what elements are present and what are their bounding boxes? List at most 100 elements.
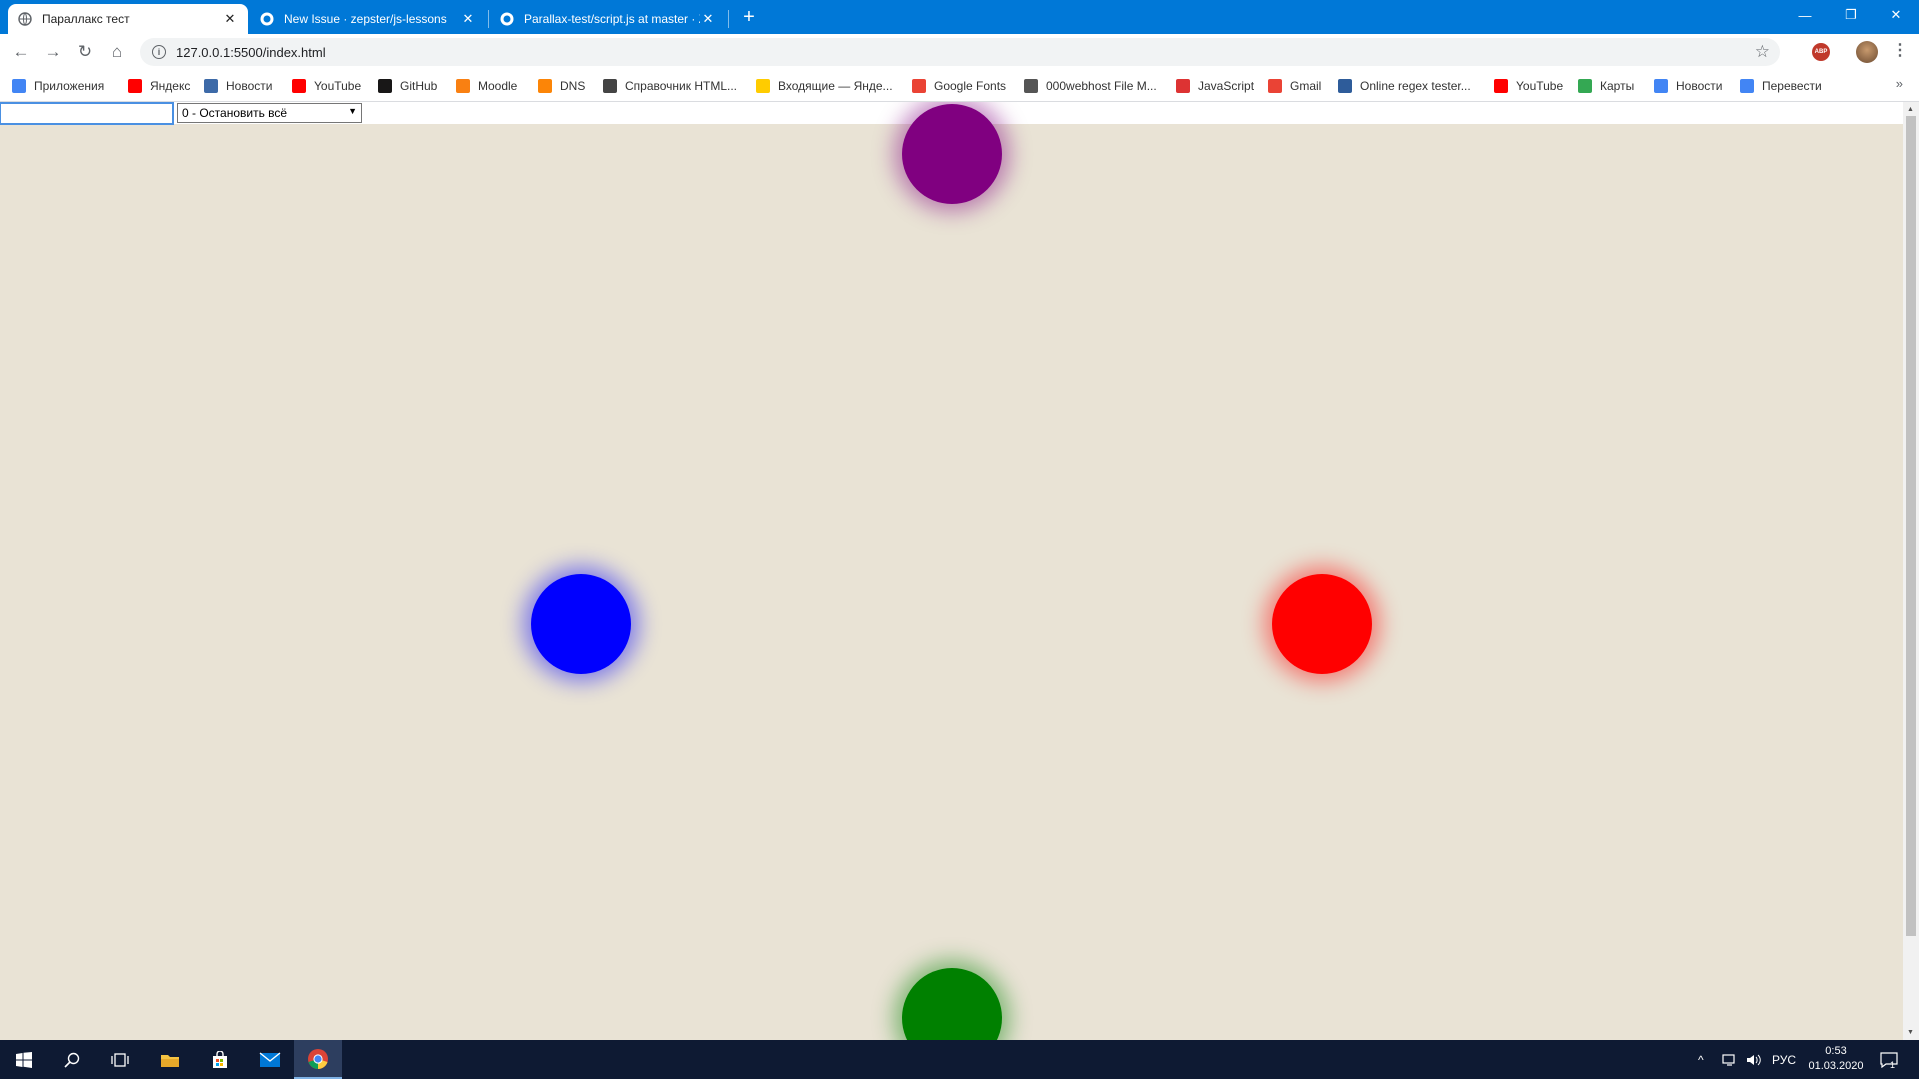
reload-button[interactable]: ↻: [72, 40, 98, 64]
bookmark-label: 000webhost File M...: [1046, 79, 1157, 93]
tab-title: New Issue · zepster/js-lessons: [284, 12, 447, 26]
vertical-scrollbar[interactable]: ▲ ▼: [1903, 102, 1919, 1040]
bookmark-item[interactable]: Online regex tester...: [1338, 76, 1471, 96]
language-indicator[interactable]: РУС: [1772, 1040, 1796, 1079]
javascript-icon: [1176, 79, 1190, 93]
globe-icon: [18, 12, 32, 26]
notifications-icon[interactable]: 1: [1880, 1040, 1898, 1079]
bookmark-star-icon[interactable]: ☆: [1755, 42, 1770, 62]
yandex-icon: [128, 79, 142, 93]
home-button[interactable]: ⌂: [104, 40, 130, 64]
scroll-down-icon[interactable]: ▼: [1907, 1029, 1914, 1036]
scroll-up-icon[interactable]: ▲: [1907, 106, 1914, 113]
bookmark-item[interactable]: Карты: [1578, 76, 1634, 96]
chat-icon: [603, 79, 617, 93]
url-text[interactable]: 127.0.0.1:5500/index.html: [176, 45, 326, 60]
maps-icon: [1578, 79, 1592, 93]
tray-chevron-up-icon[interactable]: ^: [1698, 1040, 1704, 1079]
screen: Параллакс тест ✕ New Issue · zepster/js-…: [0, 0, 1919, 1079]
bookmarks-overflow-button[interactable]: »: [1896, 76, 1903, 91]
address-bar[interactable]: i 127.0.0.1:5500/index.html ☆: [140, 38, 1780, 66]
bookmark-item[interactable]: Новости: [1654, 76, 1722, 96]
google-news-icon: [1654, 79, 1668, 93]
youtube-icon: [292, 79, 306, 93]
bookmark-label: GitHub: [400, 79, 438, 93]
clock-time: 0:53: [1825, 1045, 1847, 1057]
bookmark-item[interactable]: Приложения: [12, 76, 104, 96]
translate-icon: [1740, 79, 1754, 93]
github-icon: [378, 79, 392, 93]
forward-button[interactable]: →: [40, 40, 66, 64]
bookmark-item[interactable]: GitHub: [378, 76, 437, 96]
windows-start-icon[interactable]: [0, 1040, 48, 1079]
youtube-icon: [1494, 79, 1508, 93]
bookmark-item[interactable]: Google Fonts: [912, 76, 1006, 96]
mail-icon[interactable]: [246, 1040, 294, 1079]
github-icon: [260, 12, 274, 26]
browser-toolbar: ← → ↻ ⌂ i 127.0.0.1:5500/index.html ☆: [0, 34, 1919, 70]
new-tab-button[interactable]: +: [737, 6, 761, 30]
text-input[interactable]: [0, 102, 174, 125]
mode-select[interactable]: 0 - Остановить всё ▼: [177, 103, 362, 123]
bookmark-label: Входящие — Янде...: [778, 79, 893, 93]
chrome-icon[interactable]: [294, 1040, 342, 1079]
mail-icon: [756, 79, 770, 93]
bookmark-label: Moodle: [478, 79, 518, 93]
bookmark-label: Карты: [1600, 79, 1635, 93]
bookmark-item[interactable]: Справочник HTML...: [603, 76, 737, 96]
bookmark-label: YouTube: [314, 79, 362, 93]
minimize-button[interactable]: —: [1782, 0, 1828, 30]
clock[interactable]: 0:53 01.03.2020: [1800, 1044, 1872, 1074]
network-icon[interactable]: [1722, 1040, 1738, 1079]
bookmark-label: Новости: [226, 79, 273, 93]
globe-icon: [1024, 79, 1038, 93]
bookmark-label: Приложения: [34, 79, 105, 93]
bookmark-item[interactable]: Перевести: [1740, 76, 1822, 96]
bookmark-label: Новости: [1676, 79, 1723, 93]
close-icon[interactable]: ✕: [460, 11, 476, 27]
info-icon[interactable]: i: [152, 45, 166, 59]
close-icon[interactable]: ✕: [700, 11, 716, 27]
restore-button[interactable]: ❐: [1828, 0, 1874, 30]
page-content: 0 - Остановить всё ▼: [0, 102, 1903, 1040]
chevron-down-icon: ▼: [348, 106, 357, 116]
tab-separator: [488, 10, 489, 28]
search-icon[interactable]: [48, 1040, 96, 1079]
bookmark-label: Online regex tester...: [1360, 79, 1471, 93]
blue-ball: [531, 574, 631, 674]
bookmark-item[interactable]: YouTube: [1494, 76, 1563, 96]
store-icon[interactable]: [196, 1040, 244, 1079]
bookmark-item[interactable]: DNS: [538, 76, 585, 96]
volume-icon[interactable]: [1746, 1040, 1762, 1079]
bookmark-item[interactable]: 000webhost File M...: [1024, 76, 1157, 96]
bookmark-item[interactable]: Moodle: [456, 76, 517, 96]
moodle-icon: [456, 79, 470, 93]
close-window-button[interactable]: ✕: [1873, 0, 1919, 30]
close-icon[interactable]: ✕: [222, 11, 238, 27]
menu-icon[interactable]: ⋮: [1892, 40, 1908, 60]
bookmark-item[interactable]: Новости: [204, 76, 272, 96]
purple-ball: [902, 104, 1002, 204]
task-view-icon[interactable]: [96, 1040, 144, 1079]
tab-new-issue[interactable]: New Issue · zepster/js-lessons ✕: [250, 4, 486, 34]
avatar[interactable]: [1856, 41, 1878, 63]
tab-script[interactable]: Parallax-test/script.js at master · Z ✕: [490, 4, 726, 34]
tab-separator: [728, 10, 729, 28]
bookmark-label: Gmail: [1290, 79, 1322, 93]
bookmark-item[interactable]: Gmail: [1268, 76, 1321, 96]
scrollbar-thumb[interactable]: [1906, 116, 1916, 936]
bookmark-label: Google Fonts: [934, 79, 1007, 93]
mode-select-value: 0 - Остановить всё: [182, 106, 288, 120]
gmail-icon: [1268, 79, 1282, 93]
bookmark-item[interactable]: Входящие — Янде...: [756, 76, 893, 96]
bookmark-item[interactable]: Яндекс: [128, 76, 190, 96]
tab-active[interactable]: Параллакс тест ✕: [8, 4, 248, 34]
back-button[interactable]: ←: [8, 40, 34, 64]
bookmark-label: Перевести: [1762, 79, 1822, 93]
bookmarks-bar: » Приложения Яндекс Новости YouTube GitHub Mo…: [0, 70, 1919, 102]
bookmark-item[interactable]: YouTube: [292, 76, 361, 96]
bookmark-item[interactable]: JavaScript: [1176, 76, 1254, 96]
adblock-icon[interactable]: ABP: [1812, 43, 1830, 61]
file-explorer-icon[interactable]: [146, 1040, 194, 1079]
bookmark-label: Справочник HTML...: [625, 79, 737, 93]
